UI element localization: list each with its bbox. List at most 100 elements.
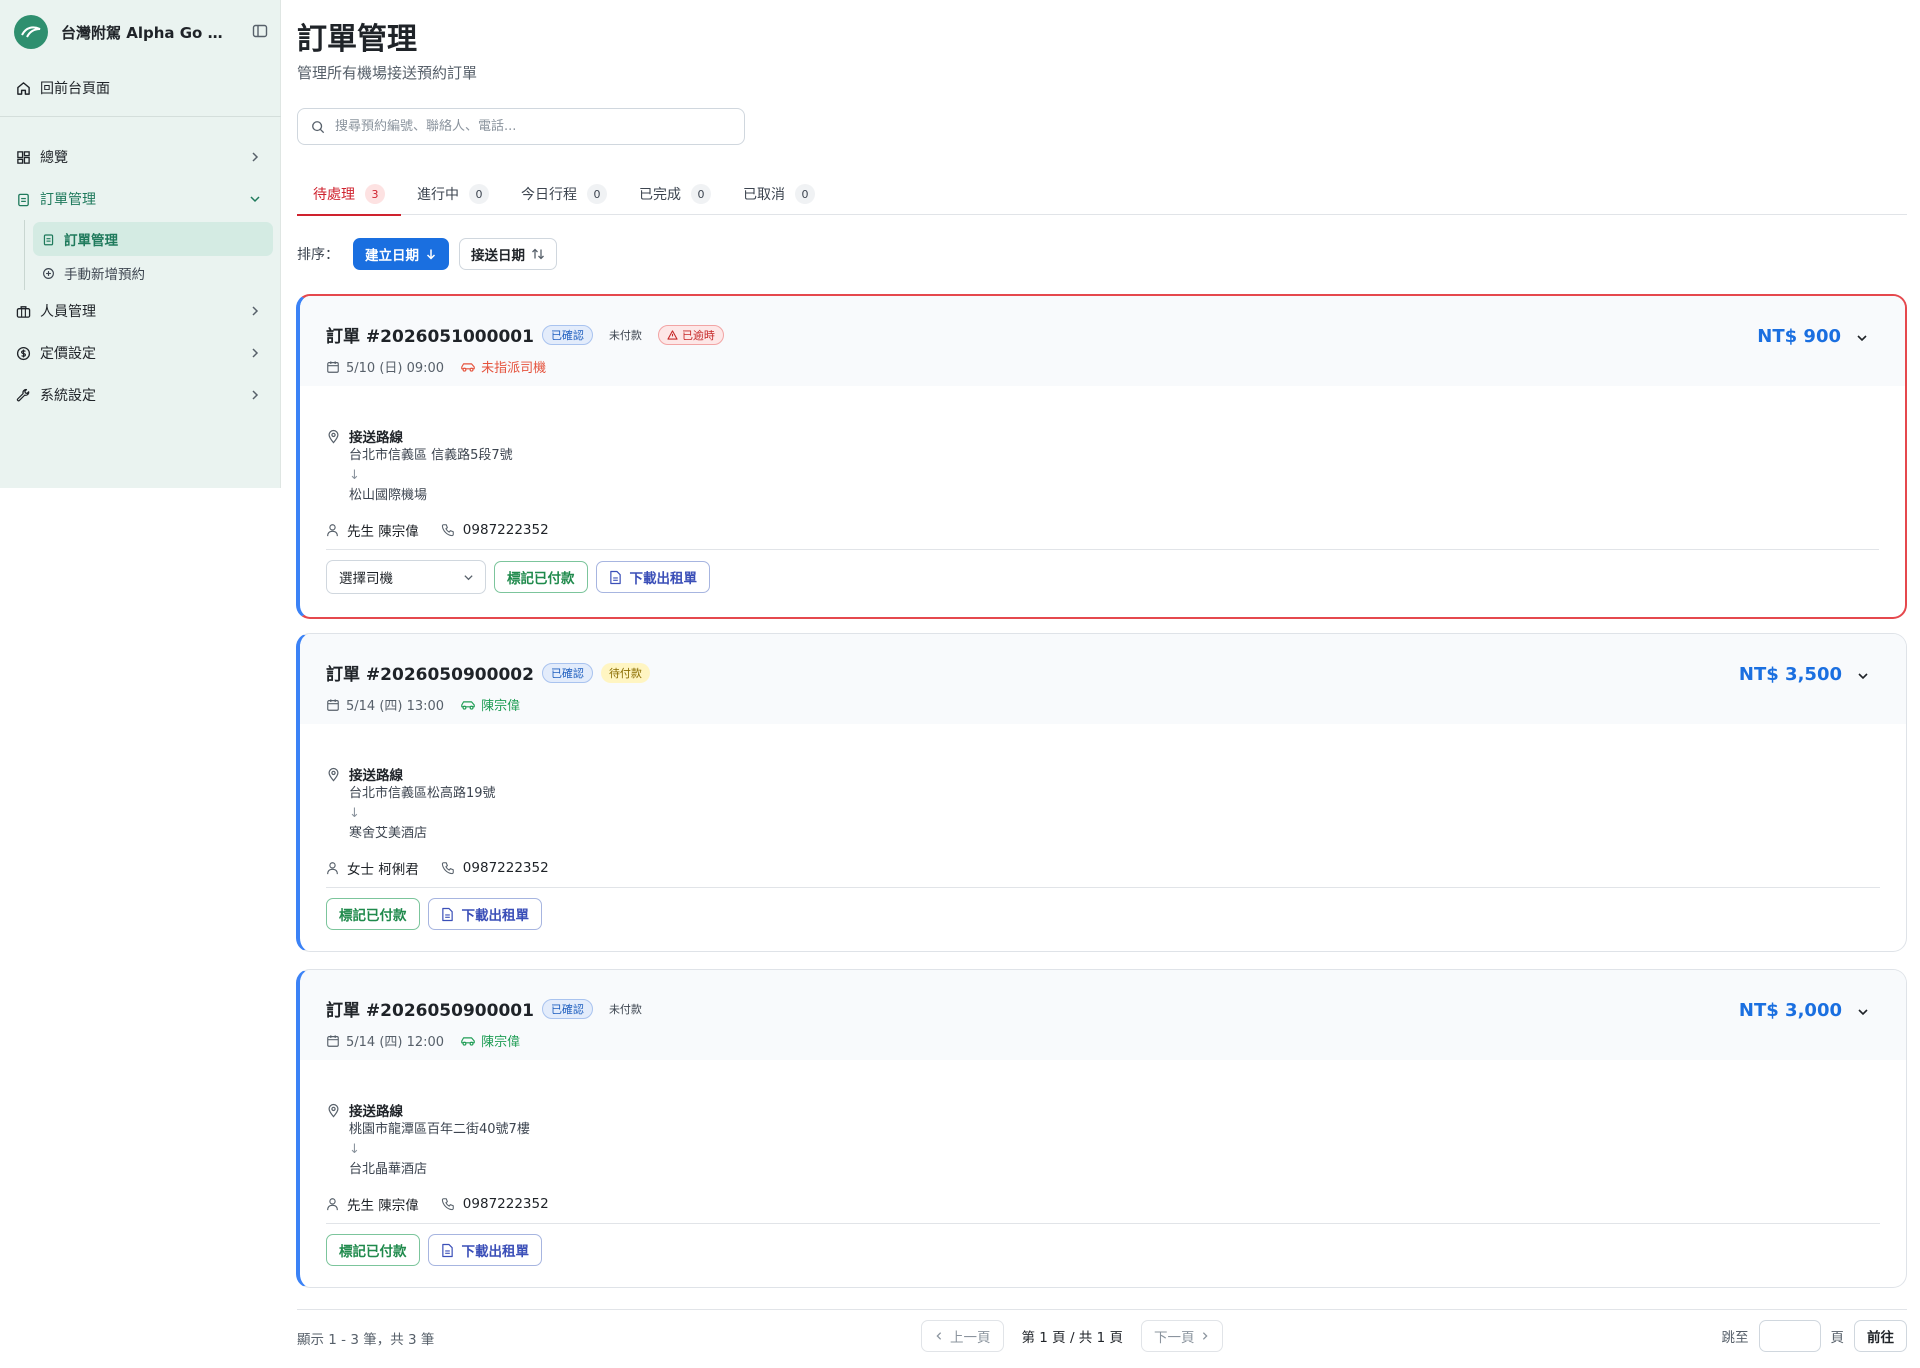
card-divider (326, 1223, 1880, 1224)
sidebar-subitem-manual-booking[interactable]: 手動新增預約 (33, 256, 273, 290)
contact-phone: 0987222352 (441, 522, 549, 538)
dashboard-icon (16, 150, 31, 165)
results-summary: 顯示 1 - 3 筆，共 3 筆 (297, 1332, 435, 1348)
chevron-down-icon (463, 572, 474, 583)
route-block: 接送路線 桃園市龍潭區百年二街40號7樓 ↓ 台北晶華酒店 (326, 1100, 530, 1180)
tab-pending[interactable]: 待處理 3 (297, 173, 401, 216)
map-pin-icon (326, 429, 341, 444)
sort-created-date-button[interactable]: 建立日期 (353, 238, 449, 270)
brand[interactable]: 台灣附駕 Alpha Go 線上預約系統 (14, 15, 268, 49)
route-block: 接送路線 台北市信義區松高路19號 ↓ 寒舍艾美酒店 (326, 764, 496, 844)
chevron-right-icon (249, 151, 261, 163)
route-arrow: ↓ (349, 1142, 360, 1157)
order-card: 訂單 #2026051000001 已確認 未付款 已逾時 5/10 (日) 0… (296, 294, 1907, 619)
tab-label: 已完成 (639, 187, 681, 203)
order-title-row: 訂單 #2026050900001 已確認 未付款 (326, 996, 650, 1021)
download-rental-form-button[interactable]: 下載出租單 (427, 1234, 542, 1266)
sidebar-item-orders[interactable]: 訂單管理 (0, 178, 281, 220)
route-arrow: ↓ (349, 468, 360, 483)
sidebar-subitem-order-management[interactable]: 訂單管理 (33, 222, 273, 256)
status-badge: 已確認 (541, 324, 593, 345)
sidebar-subitem-label: 訂單管理 (64, 233, 118, 249)
contact-name: 先生 陳宗偉 (347, 524, 419, 540)
file-text-icon (609, 570, 622, 585)
contact-phone: 0987222352 (441, 1196, 549, 1212)
file-text-icon (441, 907, 454, 922)
jump-label: 跳至 (1721, 1330, 1749, 1346)
route-label-text: 接送路線 (349, 768, 403, 784)
phone-icon (441, 523, 455, 537)
chevron-right-icon (249, 389, 261, 401)
download-button-label: 下載出租單 (629, 571, 698, 587)
tab-cancelled[interactable]: 已取消 0 (727, 173, 831, 215)
tab-completed[interactable]: 已完成 0 (623, 173, 727, 215)
back-to-frontend-link[interactable]: 回前台頁面 (16, 78, 110, 98)
sidebar-item-pricing[interactable]: 定價設定 (0, 332, 281, 374)
search-icon (311, 120, 325, 134)
tab-label: 今日行程 (521, 187, 577, 203)
tab-count-badge: 3 (365, 184, 385, 204)
mark-paid-button[interactable]: 標記已付款 (326, 898, 420, 930)
mark-paid-button[interactable]: 標記已付款 (326, 1234, 420, 1266)
order-actions: 標記已付款 下載出租單 (326, 1234, 542, 1266)
route-label-text: 接送路線 (349, 430, 403, 446)
clipboard-icon (16, 192, 31, 207)
next-page-button[interactable]: 下一頁 (1140, 1320, 1224, 1352)
arrow-down-icon (425, 248, 437, 260)
chevron-down-icon[interactable] (1855, 331, 1869, 345)
pagination: 上一頁 第 1 頁 / 共 1 頁 下一頁 (921, 1320, 1224, 1352)
sidebar-item-settings[interactable]: 系統設定 (0, 374, 281, 416)
user-icon (326, 861, 339, 875)
chevron-down-icon[interactable] (1856, 1005, 1870, 1019)
sidebar-subitem-label: 手動新增預約 (64, 267, 145, 283)
order-price: NT$ 3,000 (1738, 1000, 1842, 1021)
download-button-label: 下載出租單 (461, 1244, 530, 1260)
chevron-down-icon[interactable] (1856, 669, 1870, 683)
tab-in-progress[interactable]: 進行中 0 (401, 173, 505, 215)
order-price: NT$ 3,500 (1738, 664, 1842, 685)
download-rental-form-button[interactable]: 下載出租單 (595, 561, 710, 593)
contact-phone: 0987222352 (441, 860, 549, 876)
sidebar-item-label: 訂單管理 (40, 192, 96, 208)
driver-select[interactable]: 選擇司機 (326, 560, 486, 594)
car-icon (460, 361, 476, 373)
prev-page-button[interactable]: 上一頁 (921, 1320, 1004, 1352)
sort-pickup-date-button[interactable]: 接送日期 (459, 238, 557, 270)
order-price: NT$ 900 (1757, 326, 1841, 347)
download-rental-form-button[interactable]: 下載出租單 (427, 898, 542, 930)
briefcase-icon (16, 304, 31, 319)
orders-subnav: 訂單管理 手動新增預約 (24, 220, 281, 290)
route-to: 松山國際機場 (349, 488, 428, 503)
sidebar-item-overview[interactable]: 總覽 (0, 136, 281, 178)
brand-name: 台灣附駕 Alpha Go 線上預約系統 (61, 23, 231, 42)
sidebar-item-label: 系統設定 (40, 388, 96, 404)
route-label: 接送路線 (326, 764, 496, 784)
route-block: 接送路線 台北市信義區 信義路5段7號 ↓ 松山國際機場 (326, 426, 513, 506)
mark-paid-button[interactable]: 標記已付款 (494, 561, 588, 593)
driver-status: 未指派司機 (460, 357, 546, 376)
download-button-label: 下載出租單 (461, 908, 530, 924)
sidebar-item-staff[interactable]: 人員管理 (0, 290, 281, 332)
pickup-datetime: 5/14 (四) 13:00 (346, 699, 445, 714)
contact-row: 女士 柯俐君 0987222352 (326, 858, 549, 878)
page-jump-input[interactable] (1758, 1320, 1821, 1352)
chevron-right-icon (249, 347, 261, 359)
page-jump: 跳至 頁 前往 (1721, 1320, 1907, 1352)
tab-today[interactable]: 今日行程 0 (505, 173, 623, 215)
go-button[interactable]: 前往 (1854, 1320, 1907, 1352)
dollar-circle-icon (16, 346, 31, 361)
search-input[interactable] (335, 119, 725, 134)
driver-select-value: 選擇司機 (339, 571, 393, 587)
home-icon (16, 81, 31, 96)
search-box (297, 108, 745, 145)
driver-name: 陳宗偉 (481, 1035, 521, 1050)
pickup-datetime: 5/14 (四) 12:00 (346, 1035, 445, 1050)
chevron-down-icon (249, 193, 261, 205)
overdue-label: 已逾時 (681, 328, 715, 342)
sidebar-toggle-icon[interactable] (252, 23, 268, 39)
tab-count-badge: 0 (587, 184, 607, 204)
map-pin-icon (326, 767, 341, 782)
contact-name: 女士 柯俐君 (347, 862, 419, 878)
map-pin-icon (326, 1103, 341, 1118)
payment-badge: 未付款 (608, 328, 642, 342)
